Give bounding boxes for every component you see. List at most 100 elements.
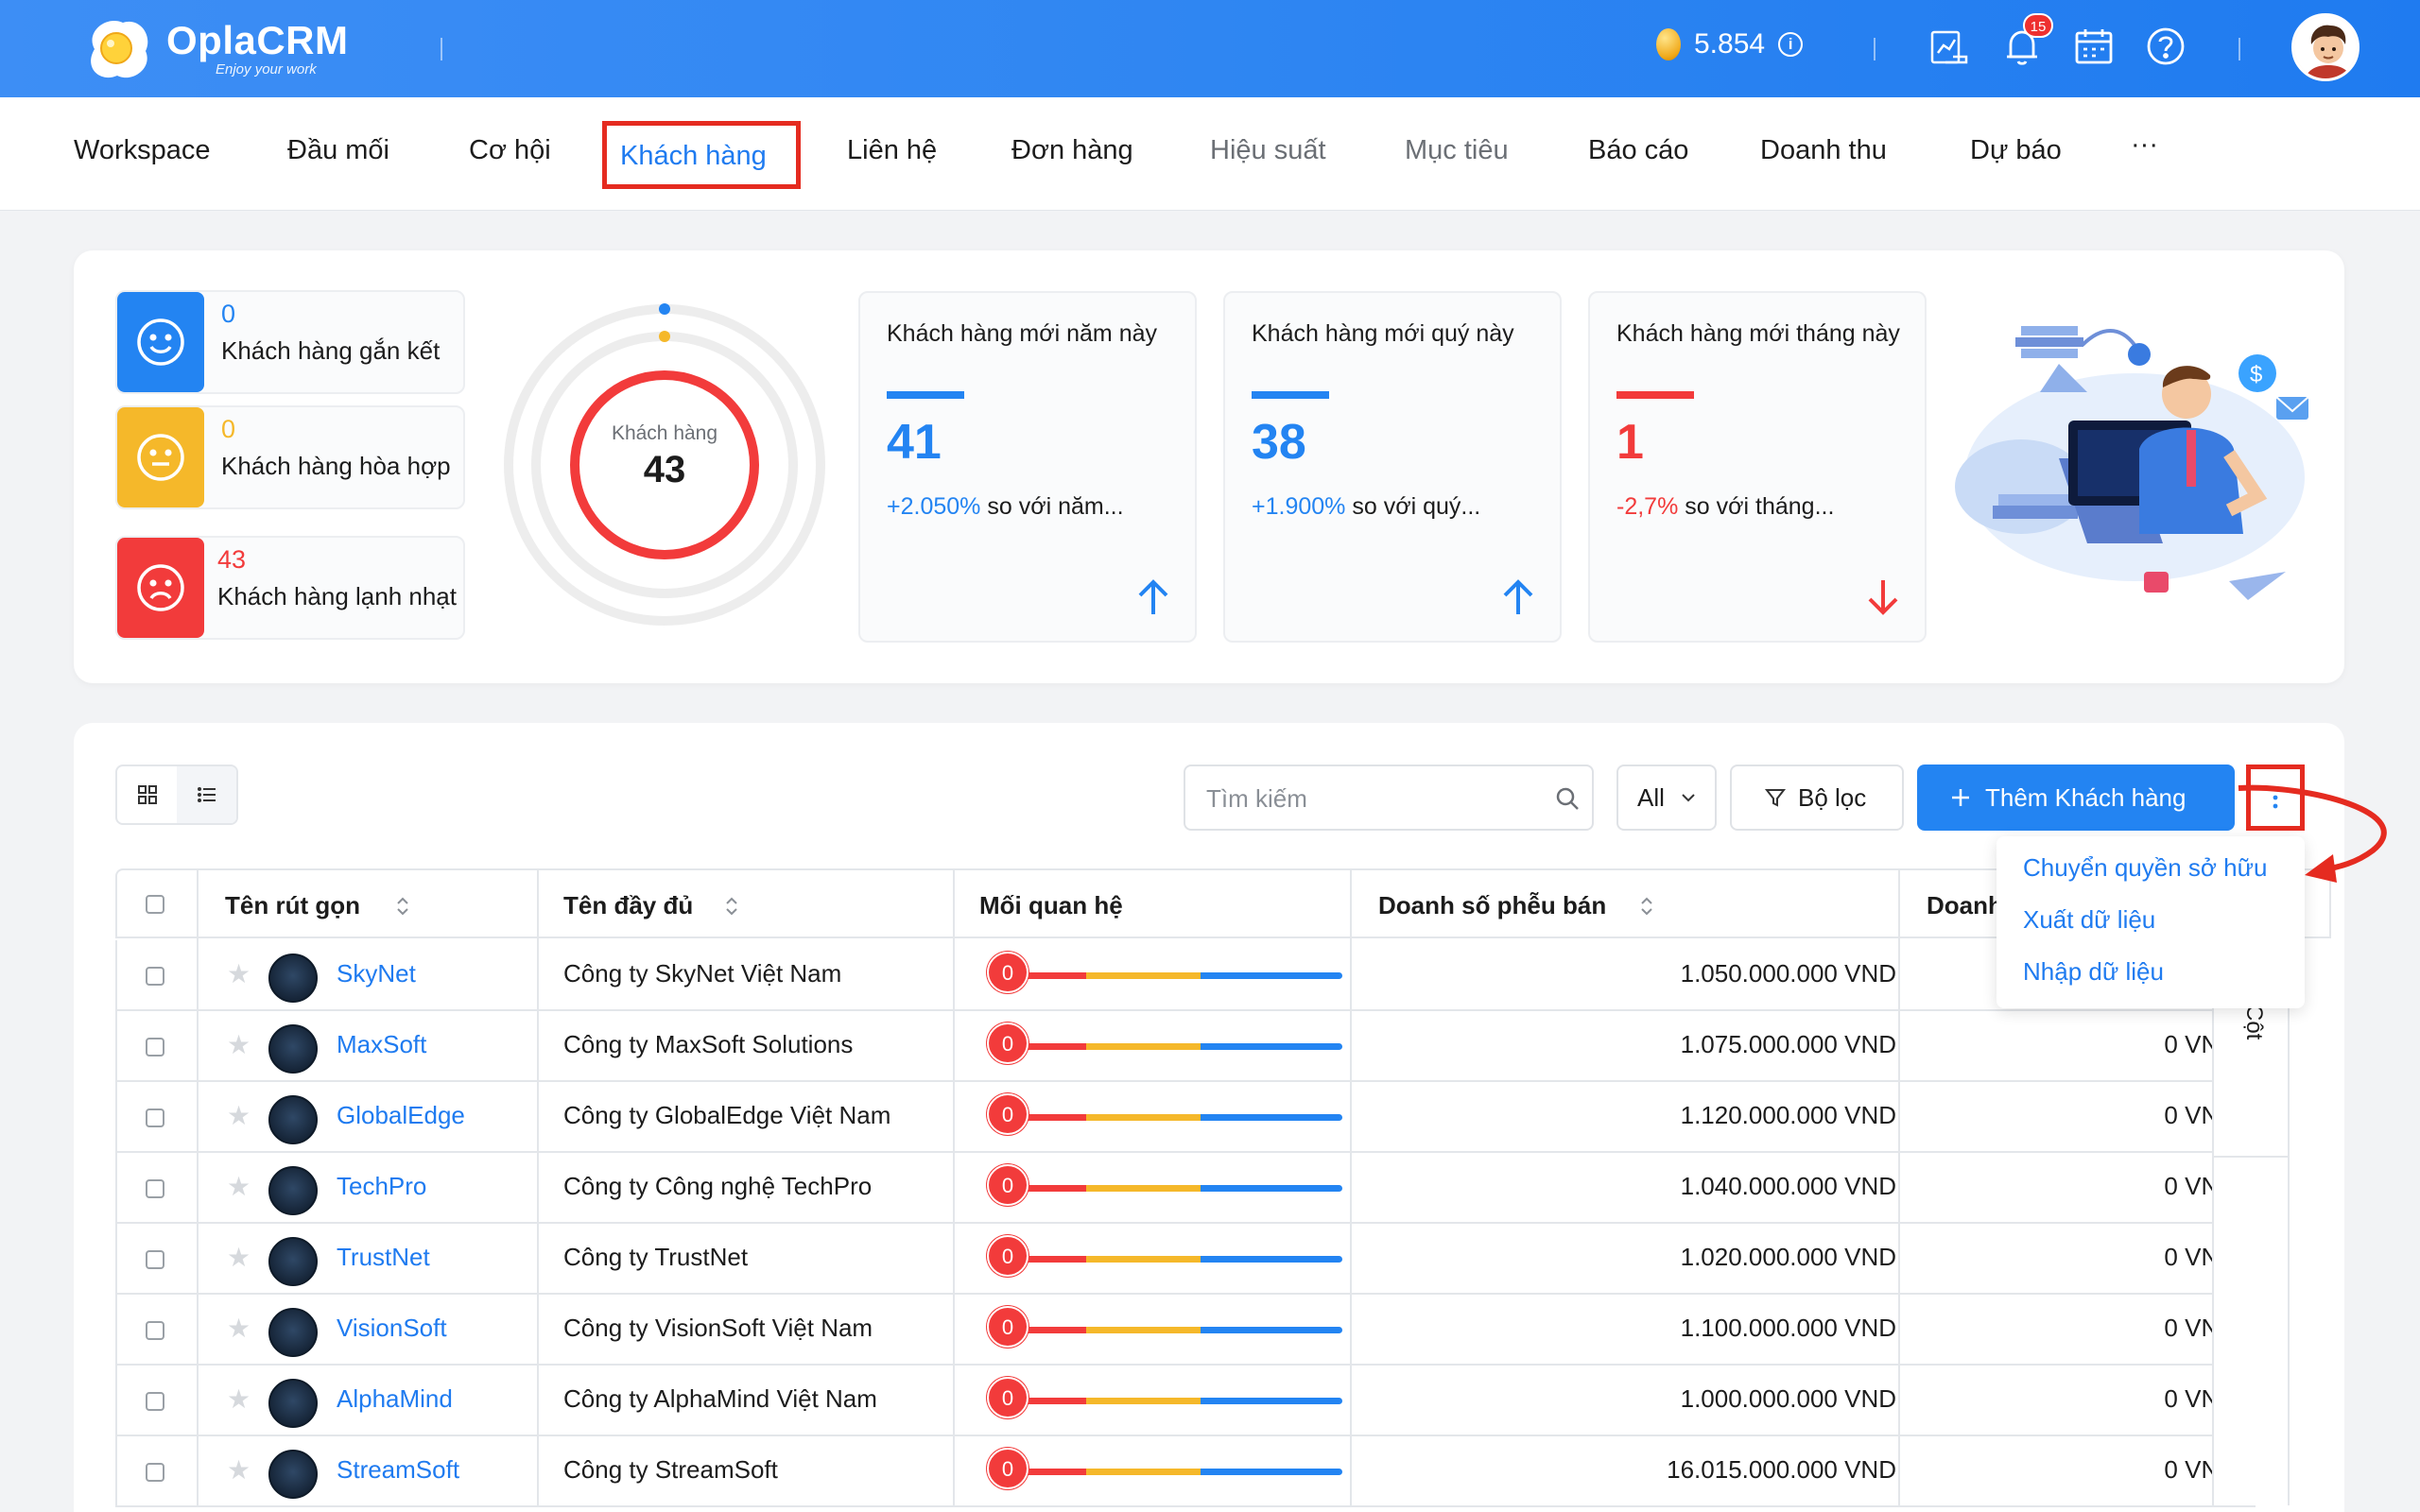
add-customer-button[interactable]: Thêm Khách hàng <box>1917 765 2235 831</box>
filter-label: Bộ lọc <box>1798 782 1867 812</box>
logo-tagline: Enjoy your work <box>216 60 317 77</box>
segment-label: Khách hàng lạnh nhạt <box>217 582 457 610</box>
menu-import-data[interactable]: Nhập dữ liệu <box>2023 957 2164 987</box>
relationship-meter: 0 <box>987 1306 1357 1348</box>
table-row[interactable]: ★ VisionSoft Công ty VisionSoft Việt Nam 0 1… <box>115 1295 2256 1366</box>
kpi-delta: +2.050% so với năm... <box>887 493 1124 520</box>
arrow-down-icon <box>1868 580 1898 615</box>
row-checkbox[interactable] <box>146 1108 164 1127</box>
row-checkbox[interactable] <box>146 1321 164 1340</box>
short-name-link[interactable]: GlobalEdge <box>337 1101 465 1130</box>
kpi-new-this-quarter[interactable]: Khách hàng mới quý này 38 +1.900% so với… <box>1223 291 1562 643</box>
column-short-name[interactable]: Tên rút gọn <box>225 891 360 920</box>
segment-cold[interactable]: 43 Khách hàng lạnh nhạt <box>115 536 465 640</box>
nav-leads[interactable]: Đầu mối <box>287 135 389 166</box>
nav-opportunities[interactable]: Cơ hội <box>469 135 551 166</box>
nav-forecast[interactable]: Dự báo <box>1970 135 2062 166</box>
clipboard-chart-icon[interactable] <box>1927 25 1970 68</box>
star-icon[interactable]: ★ <box>227 1171 251 1202</box>
list-view-button[interactable] <box>177 766 236 823</box>
nav-goals[interactable]: Mục tiêu <box>1405 135 1509 166</box>
nav-more[interactable]: ··· <box>2131 129 2158 161</box>
row-checkbox[interactable] <box>146 967 164 986</box>
table-row[interactable]: ★ TechPro Công ty Công nghệ TechPro 0 1.040.… <box>115 1153 2256 1224</box>
sort-icon[interactable] <box>724 895 739 918</box>
search-input[interactable] <box>1206 782 1528 816</box>
pipeline-sales: 1.075.000.000 VND <box>1680 1030 1896 1058</box>
star-icon[interactable]: ★ <box>227 1100 251 1131</box>
segment-count: 0 <box>221 415 236 443</box>
column-settings-panel[interactable]: Cột <box>2212 938 2290 1505</box>
star-icon[interactable]: ★ <box>227 958 251 989</box>
row-checkbox[interactable] <box>146 1179 164 1198</box>
customer-stats-panel: 0 Khách hàng gắn kết 0 Khách hàng hòa hợ… <box>74 250 2344 683</box>
company-avatar <box>268 1095 318 1144</box>
row-checkbox[interactable] <box>146 1038 164 1057</box>
short-name-link[interactable]: StreamSoft <box>337 1455 459 1485</box>
pipeline-sales: 1.000.000.000 VND <box>1680 1384 1896 1413</box>
select-all-checkbox[interactable] <box>146 895 164 914</box>
filter-button[interactable]: Bộ lọc <box>1730 765 1904 831</box>
nav-customers-label: Khách hàng <box>620 141 767 171</box>
chevron-down-icon <box>1682 794 1695 802</box>
column-relationship[interactable]: Mối quan hệ <box>979 891 1123 920</box>
short-name-link[interactable]: MaxSoft <box>337 1030 426 1059</box>
segment-engaged[interactable]: 0 Khách hàng gắn kết <box>115 290 465 394</box>
nav-reports[interactable]: Báo cáo <box>1588 135 1688 166</box>
svg-text:$: $ <box>2250 362 2262 387</box>
column-full-name[interactable]: Tên đầy đủ <box>563 891 693 920</box>
help-icon[interactable] <box>2144 25 2187 68</box>
short-name-link[interactable]: TechPro <box>337 1172 426 1201</box>
short-name-link[interactable]: SkyNet <box>337 959 416 988</box>
table-row[interactable]: ★ TrustNet Công ty TrustNet 0 1.020.000.000 … <box>115 1224 2256 1295</box>
sort-icon[interactable] <box>1639 895 1654 918</box>
row-checkbox[interactable] <box>146 1463 164 1482</box>
full-name: Công ty MaxSoft Solutions <box>563 1030 854 1058</box>
star-icon[interactable]: ★ <box>227 1242 251 1273</box>
table-row[interactable]: ★ GlobalEdge Công ty GlobalEdge Việt Nam 0 1… <box>115 1082 2256 1153</box>
user-avatar[interactable] <box>2291 13 2360 81</box>
logo[interactable]: OplaCRM Enjoy your work <box>78 11 349 85</box>
table-row[interactable]: ★ AlphaMind Công ty AlphaMind Việt Nam 0 1.0… <box>115 1366 2256 1436</box>
star-icon[interactable]: ★ <box>227 1029 251 1060</box>
star-icon[interactable]: ★ <box>227 1383 251 1415</box>
arrow-up-icon <box>1503 579 1533 614</box>
table-row[interactable]: ★ SkyNet Công ty SkyNet Việt Nam 0 1.050.000… <box>115 940 2256 1011</box>
star-icon[interactable]: ★ <box>227 1313 251 1344</box>
nav-performance[interactable]: Hiệu suất <box>1210 135 1326 166</box>
scope-select[interactable]: All <box>1616 765 1717 831</box>
relationship-meter: 0 <box>987 952 1357 993</box>
relationship-meter: 0 <box>987 1022 1357 1064</box>
sort-icon[interactable] <box>395 895 410 918</box>
nav-revenue[interactable]: Doanh thu <box>1760 135 1887 166</box>
row-checkbox[interactable] <box>146 1250 164 1269</box>
column-pipeline-sales[interactable]: Doanh số phễu bán <box>1378 891 1606 920</box>
sad-face-icon <box>117 538 204 638</box>
menu-export-data[interactable]: Xuất dữ liệu <box>2023 905 2155 935</box>
calendar-icon[interactable] <box>2072 25 2116 68</box>
search-icon[interactable] <box>1554 785 1581 812</box>
grid-view-button[interactable] <box>117 766 177 823</box>
nav-customers[interactable]: Khách hàng <box>602 121 801 189</box>
row-checkbox[interactable] <box>146 1392 164 1411</box>
column-revenue[interactable]: Doanh <box>1927 891 2003 920</box>
divider <box>1874 38 1876 60</box>
coin-balance[interactable]: 5.854 i <box>1656 28 1804 60</box>
short-name-link[interactable]: VisionSoft <box>337 1314 447 1343</box>
coin-icon <box>1656 28 1681 60</box>
star-icon[interactable]: ★ <box>227 1454 251 1486</box>
kpi-new-this-month[interactable]: Khách hàng mới tháng này 1 -2,7% so với … <box>1588 291 1927 643</box>
nav-orders[interactable]: Đơn hàng <box>1011 135 1133 166</box>
relationship-meter: 0 <box>987 1377 1357 1418</box>
info-icon[interactable]: i <box>1778 32 1804 57</box>
arrow-up-icon <box>1138 579 1168 614</box>
segment-harmonious[interactable]: 0 Khách hàng hòa hợp <box>115 405 465 509</box>
short-name-link[interactable]: TrustNet <box>337 1243 430 1272</box>
relationship-score: 0 <box>987 1306 1028 1348</box>
nav-workspace[interactable]: Workspace <box>74 135 211 166</box>
table-row[interactable]: ★ MaxSoft Công ty MaxSoft Solutions 0 1.075.… <box>115 1011 2256 1082</box>
table-row[interactable]: ★ StreamSoft Công ty StreamSoft 0 16.015.000… <box>115 1436 2256 1507</box>
kpi-new-this-year[interactable]: Khách hàng mới năm này 41 +2.050% so với… <box>858 291 1197 643</box>
nav-contacts[interactable]: Liên hệ <box>847 135 937 166</box>
short-name-link[interactable]: AlphaMind <box>337 1384 453 1414</box>
